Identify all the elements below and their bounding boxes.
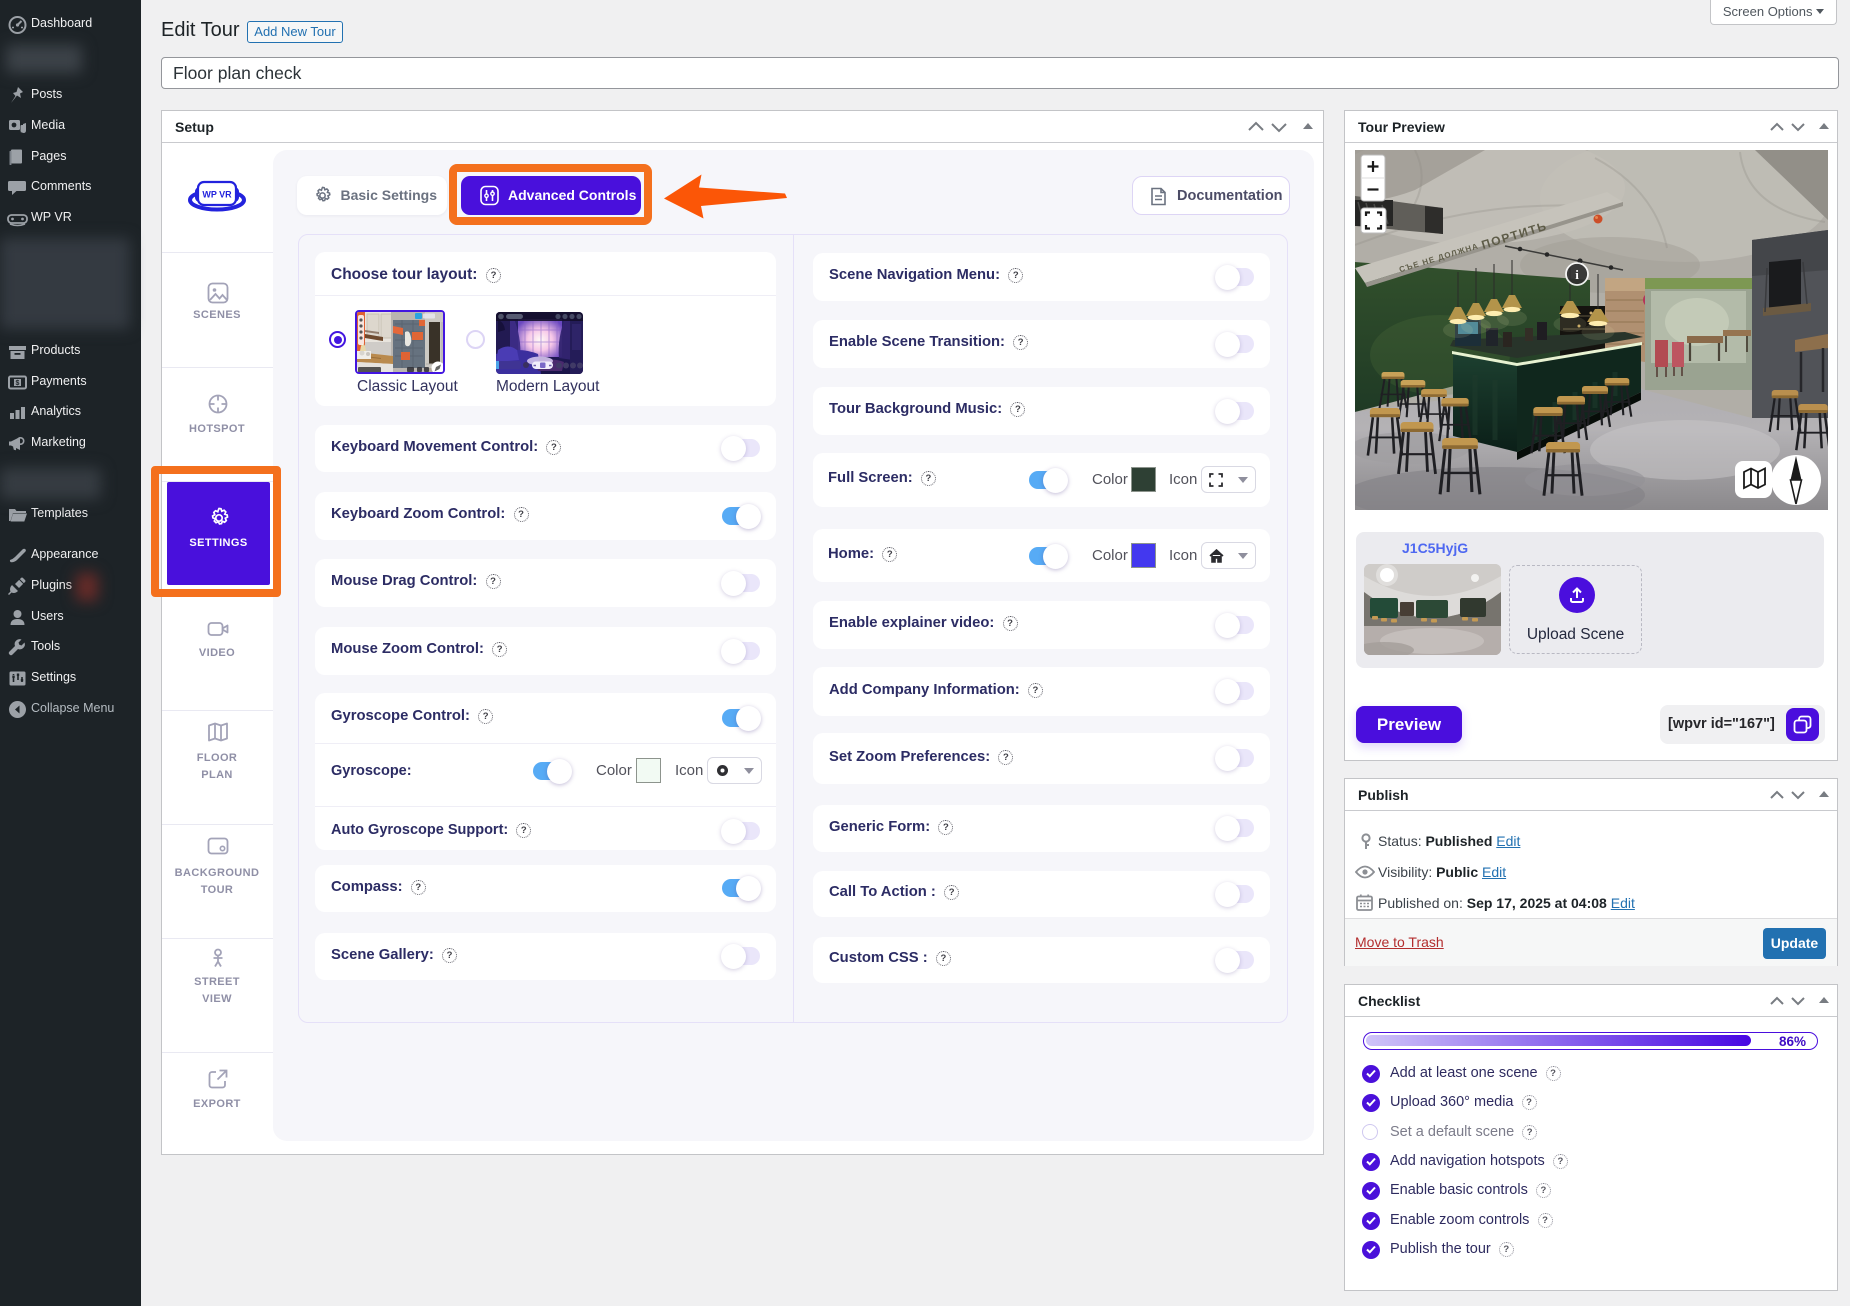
svg-text:$: $ xyxy=(16,380,20,387)
svg-text:WP VR: WP VR xyxy=(202,190,232,200)
svg-text:i: i xyxy=(1575,267,1579,282)
